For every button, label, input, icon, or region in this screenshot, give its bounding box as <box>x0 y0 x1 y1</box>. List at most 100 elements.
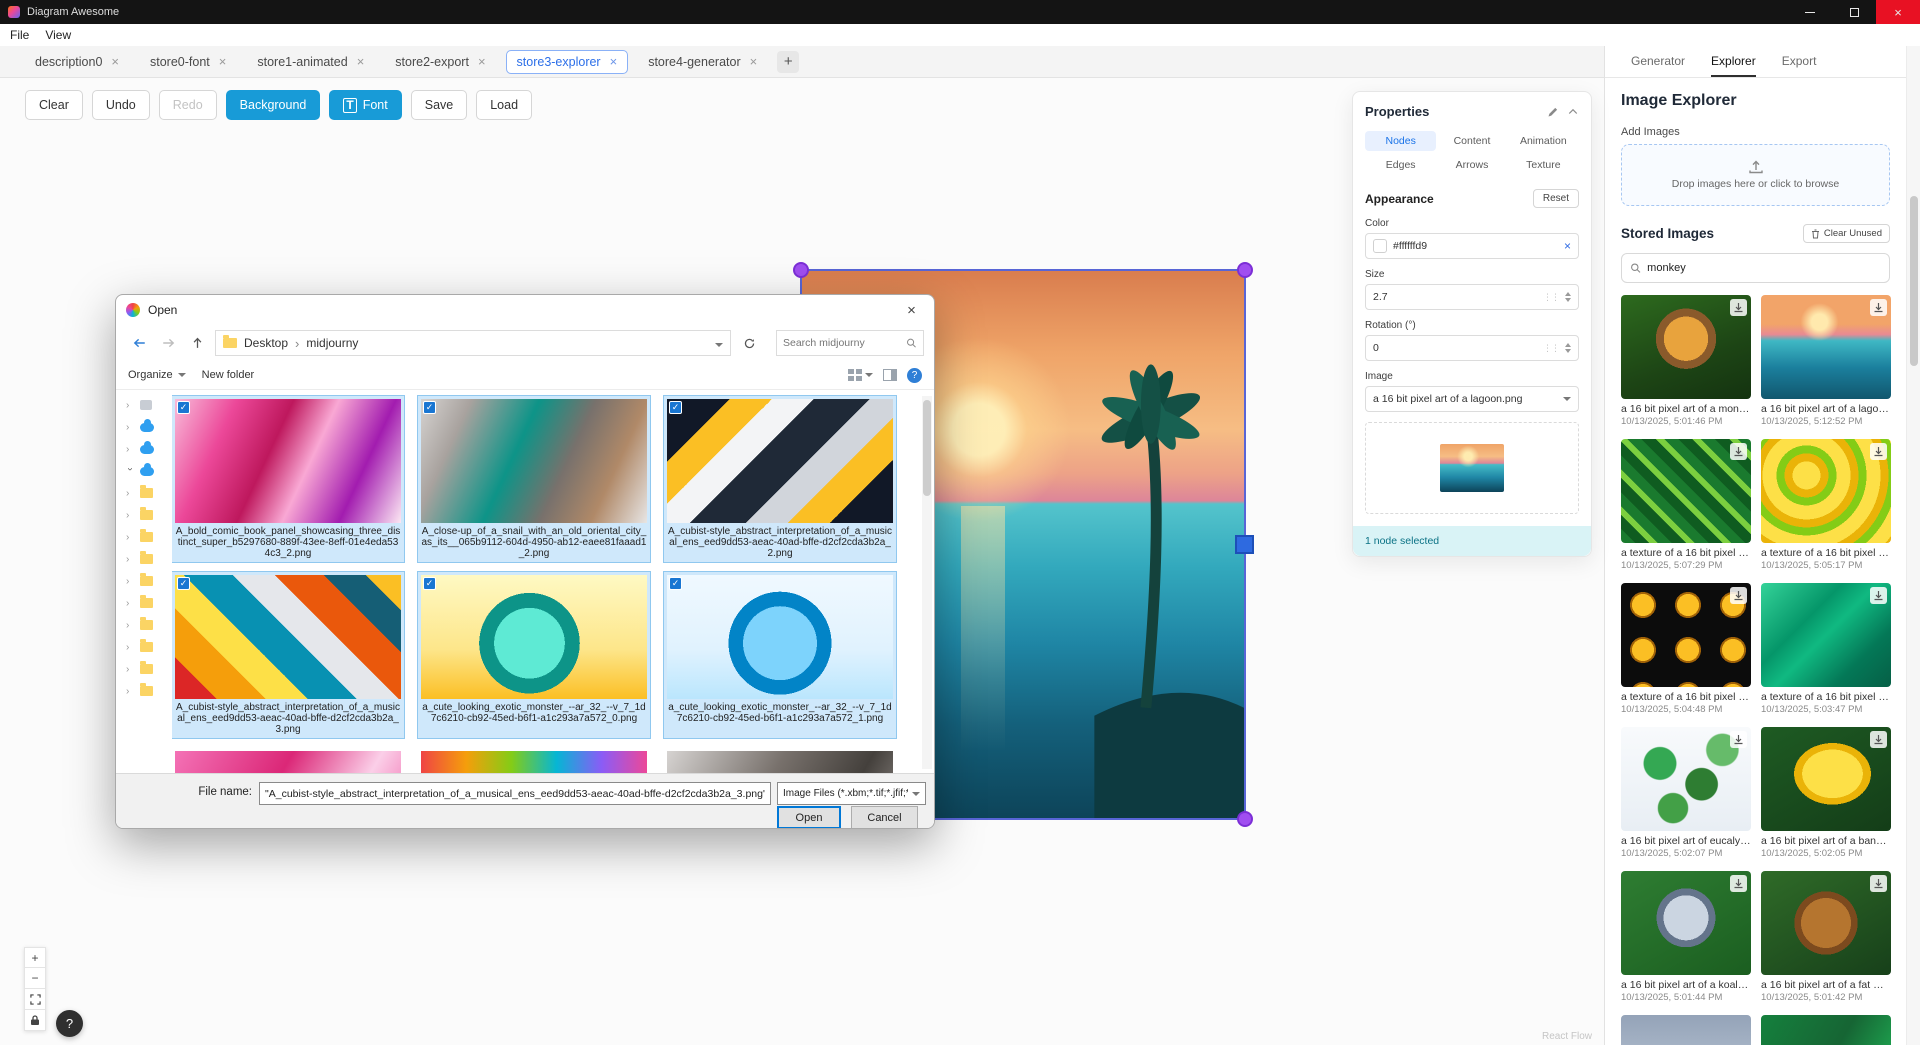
add-tab-button[interactable]: + <box>777 51 799 73</box>
zoom-out-button[interactable]: − <box>24 968 46 989</box>
tree-item[interactable]: › <box>126 394 172 416</box>
rotation-input[interactable]: 0 ⋮⋮ <box>1365 335 1579 361</box>
tree-item[interactable]: › <box>126 416 172 438</box>
download-icon[interactable] <box>1870 875 1887 892</box>
stored-image-card[interactable]: a 16 bit pixel art of eucalyptus.png 10/… <box>1621 727 1751 859</box>
tree-item[interactable]: › <box>126 680 172 702</box>
stored-image-thumbnail[interactable] <box>1761 727 1891 831</box>
undo-button[interactable]: Undo <box>92 90 150 120</box>
checkbox-checked-icon[interactable]: ✓ <box>669 401 682 414</box>
download-icon[interactable] <box>1730 731 1747 748</box>
stored-image-thumbnail[interactable] <box>1621 439 1751 543</box>
tab-store4-generator[interactable]: store4-generator× <box>637 50 768 74</box>
tree-item[interactable]: › <box>126 658 172 680</box>
nav-explorer[interactable]: Explorer <box>1711 46 1756 77</box>
address-dropdown-icon[interactable] <box>715 336 723 350</box>
drag-handle-icon[interactable]: ⋮⋮ <box>1543 343 1559 354</box>
file-item[interactable]: ✓ A_cubist-style_abstract_interpretation… <box>172 572 404 738</box>
stored-image-card[interactable]: a 16 bit pixel art of a lagoon.png 10/13… <box>1761 295 1891 427</box>
collapse-icon[interactable] <box>1567 106 1579 118</box>
breadcrumb-midjourny[interactable]: midjourny <box>306 336 358 350</box>
tree-item[interactable]: › <box>126 570 172 592</box>
tree-item[interactable]: › <box>126 636 172 658</box>
resize-handle-top-left[interactable] <box>793 262 809 278</box>
checkbox-checked-icon[interactable]: ✓ <box>423 577 436 590</box>
size-stepper[interactable] <box>1565 292 1571 302</box>
tab-texture[interactable]: Texture <box>1508 155 1579 175</box>
maximize-button[interactable] <box>1832 0 1876 24</box>
tab-content[interactable]: Content <box>1436 131 1507 151</box>
tree-item[interactable]: › <box>126 504 172 526</box>
tab-close-icon[interactable]: × <box>111 55 119 68</box>
download-icon[interactable] <box>1730 443 1747 460</box>
stored-image-card[interactable]: a 16 bit pixel art of a fat monkey.png 1… <box>1761 871 1891 1003</box>
color-swatch[interactable] <box>1373 239 1387 253</box>
stored-image-card[interactable]: a texture of a 16 bit pixel art.png 10/1… <box>1761 583 1891 715</box>
stored-image-thumbnail[interactable] <box>1621 583 1751 687</box>
dialog-close-button[interactable]: × <box>889 295 934 325</box>
stored-image-thumbnail[interactable] <box>1621 1015 1751 1045</box>
minimize-button[interactable] <box>1788 0 1832 24</box>
tree-item[interactable]: › <box>126 548 172 570</box>
stored-image-thumbnail[interactable] <box>1621 727 1751 831</box>
zoom-in-button[interactable]: + <box>24 947 46 968</box>
tab-close-icon[interactable]: × <box>219 55 227 68</box>
redo-button[interactable]: Redo <box>159 90 217 120</box>
open-button[interactable]: Open <box>777 806 841 829</box>
up-button[interactable] <box>186 332 208 354</box>
drag-handle-icon[interactable]: ⋮⋮ <box>1543 292 1559 303</box>
download-icon[interactable] <box>1870 587 1887 604</box>
clear-color-icon[interactable]: × <box>1564 239 1571 253</box>
checkbox-checked-icon[interactable]: ✓ <box>669 577 682 590</box>
stored-search-input[interactable] <box>1647 262 1881 274</box>
tree-item[interactable]: › <box>126 526 172 548</box>
file-item[interactable]: ✓ a_cute_looking_exotic_monster_--ar_32_… <box>418 572 650 738</box>
tab-edges[interactable]: Edges <box>1365 155 1436 175</box>
file-item[interactable]: ✓ a_cute_looking_exotic_monster_--ar_32_… <box>664 572 896 738</box>
stored-image-thumbnail[interactable] <box>1761 1015 1891 1045</box>
tab-animation[interactable]: Animation <box>1508 131 1579 151</box>
stored-image-thumbnail[interactable] <box>1761 583 1891 687</box>
menu-file[interactable]: File <box>10 28 29 42</box>
download-icon[interactable] <box>1730 875 1747 892</box>
file-item[interactable]: ✓ A_bold_comic_book_panel_showcasing_thr… <box>172 396 404 562</box>
stored-image-thumbnail[interactable] <box>1761 871 1891 975</box>
clear-unused-button[interactable]: Clear Unused <box>1803 224 1890 243</box>
tab-store0-font[interactable]: store0-font× <box>139 50 237 74</box>
stored-image-thumbnail[interactable] <box>1621 871 1751 975</box>
image-dropzone[interactable]: Drop images here or click to browse <box>1621 144 1890 206</box>
tab-nodes[interactable]: Nodes <box>1365 131 1436 151</box>
help-button[interactable]: ? <box>56 1010 83 1037</box>
file-item[interactable]: ✓ A_cubist-style_abstract_interpretation… <box>664 396 896 562</box>
file-item[interactable] <box>664 748 896 773</box>
tab-close-icon[interactable]: × <box>750 55 758 68</box>
stored-image-card[interactable]: a 16 bit pixel art of a banana.png 10/13… <box>1761 727 1891 859</box>
resize-handle-bottom-right[interactable] <box>1237 811 1253 827</box>
checkbox-checked-icon[interactable]: ✓ <box>177 577 190 590</box>
stored-image-card[interactable]: a texture of a 16 bit pixel art.png 10/1… <box>1621 439 1751 571</box>
save-button[interactable]: Save <box>411 90 468 120</box>
dialog-help-icon[interactable]: ? <box>907 368 922 383</box>
fit-view-button[interactable] <box>24 989 46 1010</box>
file-type-select[interactable]: Image Files (*.xbm;*.tif;*.jfif;*.ic <box>777 782 926 805</box>
dialog-search-box[interactable] <box>776 330 924 356</box>
checkbox-checked-icon[interactable]: ✓ <box>423 401 436 414</box>
stored-image-thumbnail[interactable] <box>1761 295 1891 399</box>
checkbox-checked-icon[interactable]: ✓ <box>177 401 190 414</box>
stored-image-card[interactable]: a 16 bit pixel art of a koala.png 10/13/… <box>1621 871 1751 1003</box>
nav-generator[interactable]: Generator <box>1631 46 1685 77</box>
font-button[interactable]: TFont <box>329 90 401 120</box>
stored-image-thumbnail[interactable] <box>1621 295 1751 399</box>
reset-button[interactable]: Reset <box>1533 189 1579 208</box>
tab-store1-animated[interactable]: store1-animated× <box>246 50 375 74</box>
clear-button[interactable]: Clear <box>25 90 83 120</box>
refresh-button[interactable] <box>738 332 760 354</box>
cancel-button[interactable]: Cancel <box>851 806 918 829</box>
stored-image-card[interactable]: a texture of a 16 bit pixel art.png 10/1… <box>1621 583 1751 715</box>
tab-close-icon[interactable]: × <box>478 55 486 68</box>
edit-icon[interactable] <box>1547 106 1559 118</box>
rotation-stepper[interactable] <box>1565 343 1571 353</box>
tab-description0[interactable]: description0× <box>24 50 130 74</box>
tree-item[interactable]: › <box>126 460 172 482</box>
color-input[interactable]: #ffffffd9 × <box>1365 233 1579 259</box>
